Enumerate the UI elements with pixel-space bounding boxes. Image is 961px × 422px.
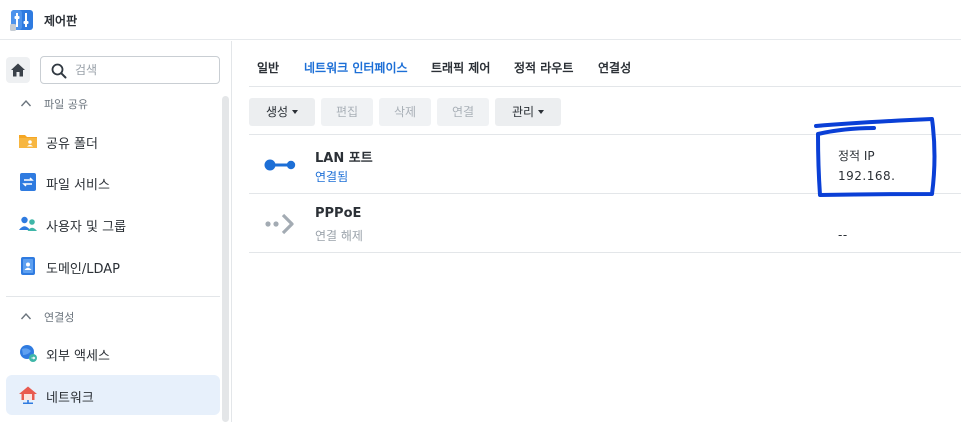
interface-row-pppoe[interactable]: PPPoE 연결 해제 --: [249, 194, 961, 253]
main-panel: 일반 네트워크 인터페이스 트래픽 제어 정적 라우트 연결성 생성 편집 삭제…: [233, 41, 961, 422]
connect-button[interactable]: 연결: [437, 98, 489, 126]
tab-general[interactable]: 일반: [257, 59, 279, 76]
delete-button[interactable]: 삭제: [379, 98, 431, 126]
control-panel-icon: [10, 10, 33, 31]
sidebar-item-shared-folder[interactable]: 공유 폴더: [6, 121, 220, 161]
edit-button-label: 편집: [335, 105, 359, 119]
pppoe-disconnected-icon: [265, 213, 294, 235]
section-label: 파일 공유: [44, 98, 88, 111]
tab-network-interface[interactable]: 네트워크 인터페이스: [304, 59, 408, 76]
create-button[interactable]: 생성: [249, 98, 315, 126]
sidebar-item-label: 파일 서비스: [46, 178, 110, 193]
chevron-up-icon: [20, 312, 32, 320]
sidebar-item-users-groups[interactable]: 사용자 및 그룹: [6, 204, 220, 244]
sidebar-item-file-services[interactable]: 파일 서비스: [6, 162, 220, 202]
ip-address: 192.168.: [838, 169, 896, 183]
ip-mode: 정적 IP: [838, 149, 875, 163]
control-panel-window: 제어판 파일 공유: [0, 0, 961, 422]
search-field[interactable]: [40, 56, 220, 84]
network-icon: [19, 386, 37, 404]
domain-ldap-icon: [21, 257, 35, 275]
lan-connected-icon: [264, 159, 296, 171]
sidebar-item-external-access[interactable]: 외부 액세스: [6, 333, 220, 373]
edit-button[interactable]: 편집: [321, 98, 373, 126]
ip-address: --: [838, 228, 848, 242]
manage-button[interactable]: 관리: [495, 98, 561, 126]
section-connectivity[interactable]: 연결성: [0, 304, 220, 330]
interface-name: LAN 포트: [315, 151, 373, 166]
interface-name: PPPoE: [315, 206, 362, 221]
sidebar-item-network[interactable]: 네트워크: [6, 375, 220, 415]
connect-button-label: 연결: [451, 105, 475, 119]
sidebar-item-label: 외부 액세스: [46, 349, 110, 364]
interface-status: 연결 해제: [315, 229, 363, 243]
external-access-icon: [20, 345, 37, 362]
delete-button-label: 삭제: [393, 105, 417, 119]
interface-status: 연결됨: [315, 170, 349, 184]
chevron-up-icon: [20, 99, 32, 107]
sidebar-item-label: 네트워크: [46, 391, 94, 406]
window-title: 제어판: [44, 14, 78, 28]
home-button[interactable]: [6, 57, 30, 83]
interface-row-lan[interactable]: LAN 포트 연결됨 정적 IP 192.168.: [249, 135, 961, 194]
shared-folder-icon: [19, 135, 37, 148]
tab-connectivity[interactable]: 연결성: [598, 59, 631, 76]
search-input[interactable]: [75, 61, 213, 79]
section-label: 연결성: [44, 311, 75, 324]
section-file-sharing[interactable]: 파일 공유: [0, 91, 220, 117]
user-group-icon: [19, 216, 37, 231]
toolbar: 생성 편집 삭제 연결 관리: [249, 98, 949, 126]
sidebar: 파일 공유 공유 폴더 파일 서비스: [0, 41, 232, 422]
create-button-label: 생성: [265, 105, 289, 119]
home-icon: [11, 63, 25, 77]
title-bar: 제어판: [0, 0, 961, 40]
tab-bar: 일반 네트워크 인터페이스 트래픽 제어 정적 라우트 연결성: [249, 41, 961, 87]
caret-down-icon: [538, 109, 545, 114]
caret-down-icon: [292, 109, 299, 114]
manage-button-label: 관리: [511, 105, 535, 119]
section-divider: [6, 296, 220, 297]
tab-static-route[interactable]: 정적 라우트: [514, 59, 573, 76]
search-icon: [51, 63, 67, 79]
sidebar-item-label: 공유 폴더: [46, 137, 98, 152]
tab-traffic-control[interactable]: 트래픽 제어: [431, 59, 490, 76]
sidebar-item-domain-ldap[interactable]: 도메인/LDAP: [6, 246, 220, 286]
file-services-icon: [20, 173, 36, 191]
sidebar-item-label: 도메인/LDAP: [46, 262, 121, 277]
sidebar-scrollbar[interactable]: [222, 96, 229, 422]
sidebar-item-label: 사용자 및 그룹: [46, 220, 127, 235]
